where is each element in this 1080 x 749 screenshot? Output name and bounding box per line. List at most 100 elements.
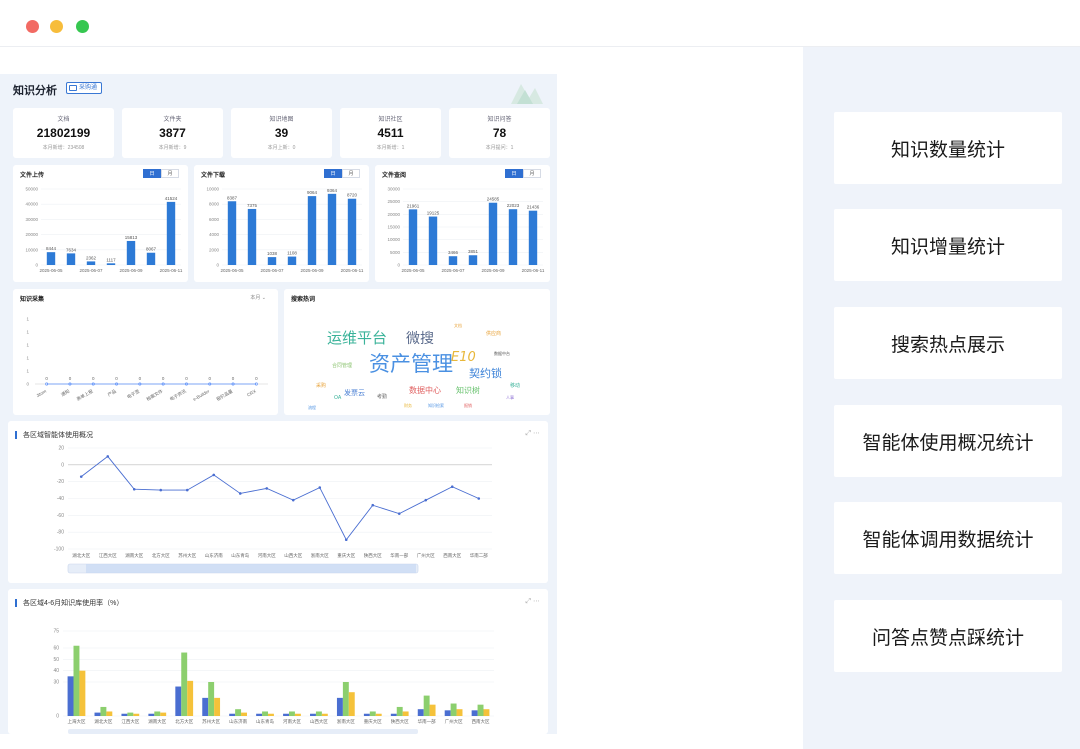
- stat-label: 知识问答: [487, 117, 512, 123]
- bar: [267, 713, 274, 716]
- bar: [256, 713, 263, 716]
- bar: [133, 713, 140, 716]
- bar: [336, 697, 343, 716]
- expand-icon[interactable]: ⤢: [525, 598, 531, 605]
- close-window-button[interactable]: [26, 20, 39, 33]
- data-label: 24585: [487, 197, 500, 202]
- bar: [100, 706, 107, 716]
- feature-agent-usage[interactable]: 智能体使用概况统计: [834, 405, 1062, 477]
- toggle-month[interactable]: 月: [523, 169, 541, 178]
- x-tick-label: 重庆大区: [364, 718, 382, 725]
- y-tick-label: 0: [56, 714, 59, 720]
- stat-sub: 本月新增：234508: [42, 145, 85, 151]
- more-icon[interactable]: ⋯: [533, 430, 540, 437]
- bar: [267, 257, 277, 265]
- x-tick-label: 江西大区: [99, 552, 117, 559]
- x-tick-label: 江西大区: [121, 718, 139, 725]
- bar: [235, 709, 242, 716]
- y-tick-label: 50: [53, 657, 59, 663]
- hot-word: 财务: [404, 402, 412, 408]
- stat-label: 文档: [57, 117, 70, 123]
- bar: [417, 709, 424, 716]
- y-tick-label: -20: [57, 479, 64, 485]
- bar: [106, 711, 113, 716]
- y-tick-label: -60: [57, 513, 64, 519]
- feature-qa-feedback[interactable]: 问答点赞点踩统计: [834, 600, 1062, 672]
- x-tick-label: 湖北大区: [72, 552, 90, 559]
- toggle-month[interactable]: 月: [342, 169, 360, 178]
- hot-word: 流程: [308, 404, 316, 410]
- y-tick-label: 10000: [25, 247, 38, 252]
- x-tick-label: 浙南大区: [311, 552, 329, 559]
- x-tick-label: 山东青岛: [256, 718, 274, 725]
- hot-word: 采购: [316, 382, 326, 389]
- data-label: 0: [255, 376, 258, 381]
- stat-value: 21802199: [36, 126, 91, 140]
- bar: [429, 704, 436, 716]
- data-label: 0: [45, 376, 48, 381]
- feature-label: 智能体调用数据统计: [862, 529, 1034, 551]
- toggle-day[interactable]: 日: [143, 169, 161, 178]
- feature-knowledge-count[interactable]: 知识数量统计: [834, 112, 1062, 184]
- upload-bar-chart: 0 10000 20000 30000 40000 50000 8444 7634 2362 11…: [25, 187, 182, 274]
- maximize-window-button[interactable]: [76, 20, 89, 33]
- minimize-window-button[interactable]: [50, 20, 63, 33]
- y-tick-label: 10000: [206, 187, 219, 192]
- collection-line-chart: 0 1 1 1 1 1 0 Jitom 0 通知 0 表单上报 0 产品 0 电子签 0 档案文件 0 电子资讯 0 e-…: [26, 317, 268, 403]
- bar: [187, 680, 194, 716]
- stat-card-community[interactable]: 知识社区 4511 本月新增：1: [340, 108, 441, 158]
- feature-knowledge-increment[interactable]: 知识增量统计: [834, 209, 1062, 281]
- y-tick-label: 1: [26, 369, 29, 374]
- stat-card-folders[interactable]: 文件夹 3877 本月新增：9: [122, 108, 223, 158]
- feature-search-hotspot[interactable]: 搜索热点展示: [834, 307, 1062, 379]
- card-title: 知识采集: [20, 297, 45, 303]
- stat-value: 39: [274, 126, 289, 140]
- toggle-day[interactable]: 日: [505, 169, 523, 178]
- hot-word: 考勤: [377, 393, 387, 400]
- x-tick-label: 华南一部: [418, 718, 436, 725]
- bar: [396, 706, 403, 716]
- toggle-month[interactable]: 月: [161, 169, 179, 178]
- card-title: 文件查阅: [382, 173, 407, 179]
- x-tick-label: 山西大区: [310, 718, 328, 725]
- hot-word: 运维平台: [327, 329, 387, 347]
- bar: [444, 710, 451, 716]
- period-dropdown-value: 本月: [250, 295, 261, 301]
- bar: [310, 713, 316, 716]
- y-tick-label: 0: [61, 462, 64, 468]
- bar: [448, 256, 458, 265]
- bar: [327, 193, 337, 265]
- stat-label: 文件夹: [163, 117, 182, 123]
- bar: [423, 695, 430, 716]
- stat-card-documents[interactable]: 文档 21802199 本月新增：234508: [13, 108, 114, 158]
- y-tick-label: 1: [26, 343, 29, 348]
- bar: [175, 686, 182, 716]
- bar: [289, 711, 295, 716]
- x-tick-label: 西南大区: [472, 718, 490, 725]
- data-label: 41524: [165, 196, 178, 201]
- expand-icon[interactable]: ⤢: [525, 430, 531, 437]
- stat-card-knowledge-map[interactable]: 知识地图 39 本月上新：0: [231, 108, 332, 158]
- feature-label: 知识数量统计: [890, 139, 1005, 161]
- x-tick-label: 华南二部: [470, 552, 488, 559]
- zoom-slider-window: [86, 564, 416, 573]
- data-label: 2362: [86, 255, 97, 260]
- feature-agent-call-data[interactable]: 智能体调用数据统计: [834, 502, 1062, 574]
- x-tick-label: e-Builder: [192, 388, 211, 402]
- x-tick-label: 2025-06-05: [39, 268, 63, 273]
- toggle-day[interactable]: 日: [324, 169, 342, 178]
- x-tick-label: 华南一部: [390, 552, 408, 559]
- period-dropdown[interactable]: 本月 ⌄: [250, 294, 266, 301]
- page-title: 知识分析: [13, 85, 57, 97]
- stat-card-qa[interactable]: 知识问答 78 本月提问：1: [449, 108, 550, 158]
- data-label: 0: [69, 376, 72, 381]
- y-tick-label: 15000: [387, 225, 400, 230]
- x-tick-label: 湖南大区: [148, 718, 166, 725]
- kb-usage-bar-chart: 0 30 40 50 60 75 上海大区 湖北大区 江西大区 湖南大区 北方大区 苏州大区 山东济南 山…: [53, 629, 494, 734]
- agent-usage-line-chart: 20 0 -20 -40 -60 -80 -100 湖北大区 江西大区 湖南大区 北方大区 苏州大区 山…: [54, 446, 492, 574]
- bar: [488, 202, 498, 265]
- hot-search-card: 搜索热词 运维平台 微搜 E10 资产管理 契约锁 数据中心 知识树 发票云 合同管理 供应商 数据…: [284, 289, 550, 415]
- more-icon[interactable]: ⋯: [533, 598, 540, 605]
- day-month-toggle: 日 月: [143, 169, 179, 178]
- bar: [375, 713, 382, 716]
